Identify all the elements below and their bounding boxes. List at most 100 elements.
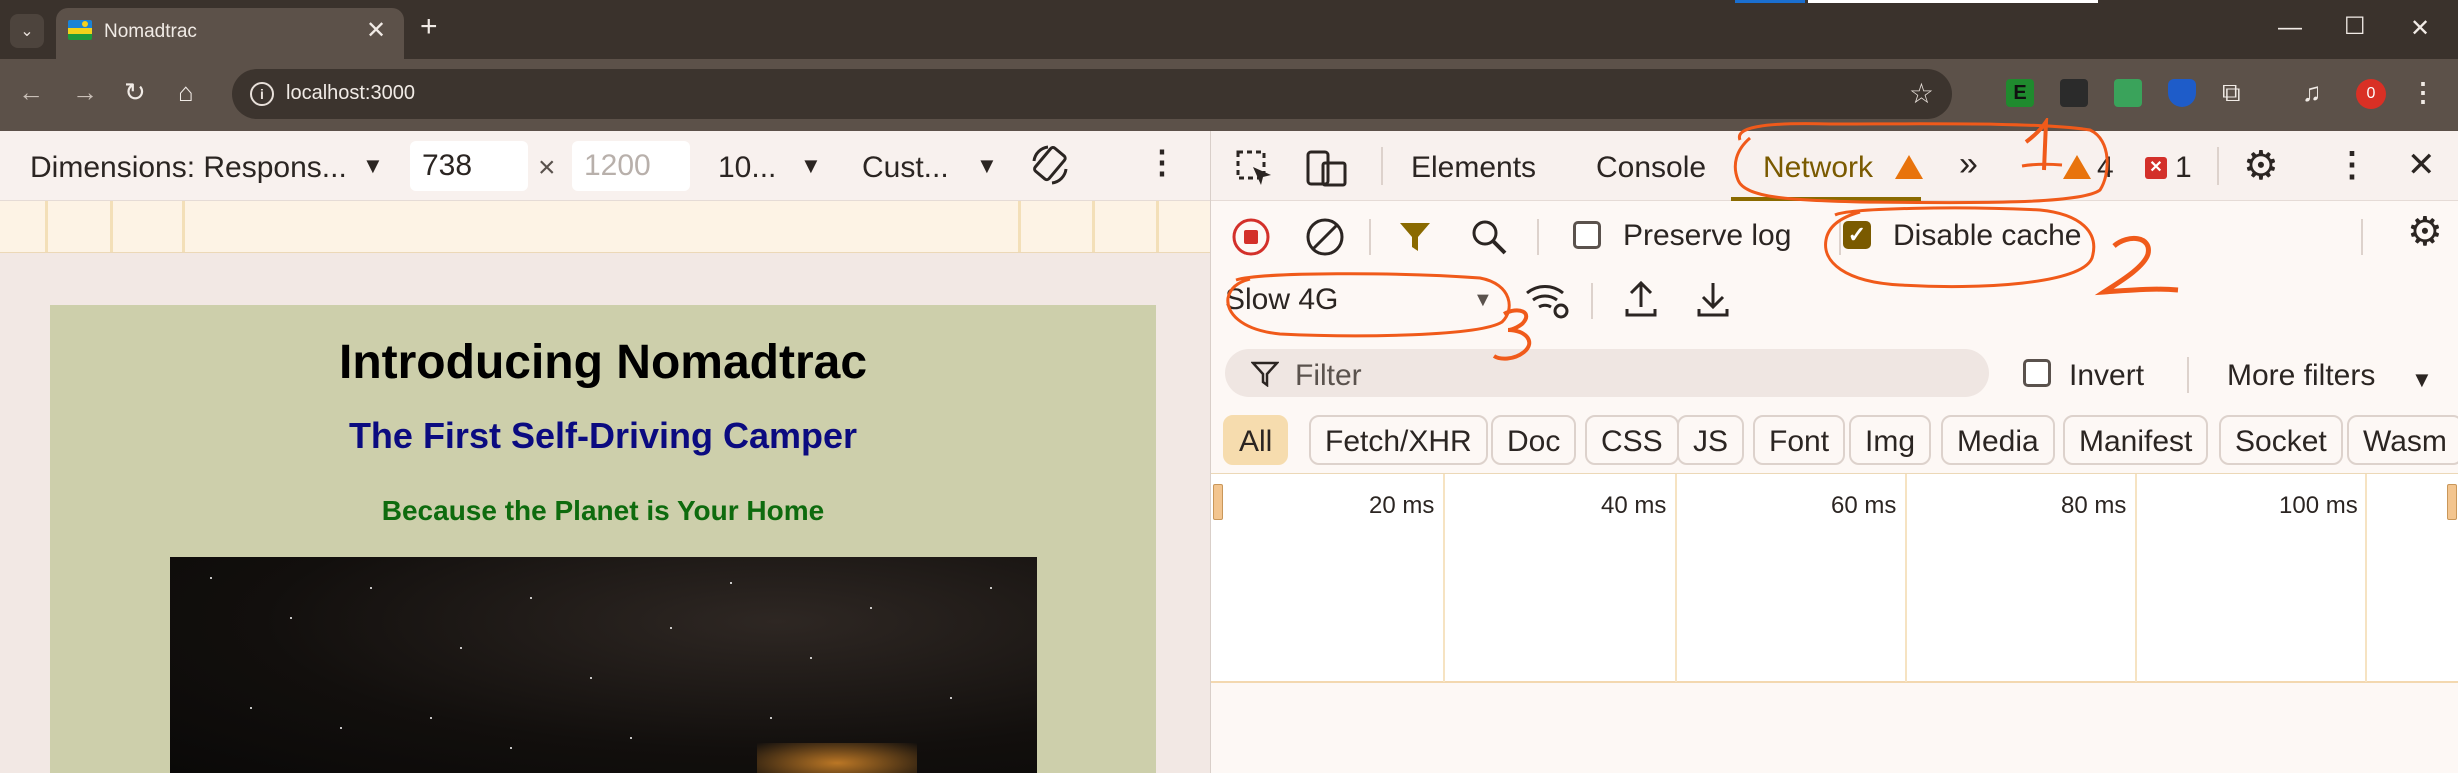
network-settings-gear-icon[interactable]: ⚙	[2407, 209, 2443, 255]
page-title: Introducing Nomadtrac	[338, 336, 868, 389]
close-icon[interactable]: ✕	[2407, 145, 2436, 185]
filter-chip-css[interactable]: CSS	[1585, 415, 1679, 465]
chevron-down-icon[interactable]: ▼	[800, 153, 822, 179]
ruler-tick[interactable]	[1092, 201, 1095, 252]
profile-avatar[interactable]: 0	[2356, 79, 2386, 109]
ruler-tick[interactable]	[182, 201, 185, 252]
record-stop-icon[interactable]	[1231, 217, 1271, 257]
spy-extension-icon[interactable]	[2060, 79, 2088, 107]
chevron-down-icon[interactable]: ▼	[2411, 367, 2433, 393]
more-options-icon[interactable]: ⋮	[1146, 143, 1178, 181]
site-info-icon[interactable]: i	[250, 82, 274, 106]
disable-cache-label[interactable]: Disable cache	[1893, 219, 2081, 253]
search-icon[interactable]	[1469, 217, 1509, 257]
warning-count[interactable]: 4	[2097, 151, 2114, 185]
filter-chip-fetch-xhr[interactable]: Fetch/XHR	[1309, 415, 1488, 465]
network-toolbar-row-1: Preserve log ✓ Disable cache ⚙	[1211, 201, 2458, 265]
invert-label[interactable]: Invert	[2069, 359, 2144, 393]
sheets-extension-icon[interactable]	[2114, 79, 2142, 107]
url-text: localhost:3000	[286, 82, 415, 104]
export-har-download-icon[interactable]	[1695, 279, 1731, 319]
throttling-select[interactable]: Slow 4G ▼	[1223, 273, 1513, 325]
shield-extension-icon[interactable]	[2168, 79, 2196, 107]
network-timeline-overview[interactable]: 20 ms 40 ms 60 ms 80 ms 100 ms	[1211, 473, 2458, 683]
separator	[1369, 219, 1371, 255]
tab-console[interactable]: Console	[1596, 151, 1706, 185]
address-bar[interactable]: i localhost:3000 ☆	[232, 69, 1952, 119]
home-button[interactable]: ⌂	[178, 77, 194, 108]
separator	[1381, 147, 1383, 185]
filter-chip-wasm[interactable]: Wasm	[2347, 415, 2458, 465]
timeline-label: 100 ms	[2279, 492, 2358, 519]
more-filters-dropdown[interactable]: More filters	[2227, 359, 2375, 393]
tab-network[interactable]: Network	[1763, 151, 1873, 185]
timeline-divider	[1905, 474, 1907, 682]
filter-icon	[1251, 361, 1279, 387]
ruler-tick[interactable]	[1156, 201, 1159, 252]
timeline-divider	[1675, 474, 1677, 682]
filter-chip-media[interactable]: Media	[1941, 415, 2055, 465]
dimensions-dropdown[interactable]: Dimensions: Respons...	[30, 151, 347, 185]
filter-chip-js[interactable]: JS	[1677, 415, 1745, 465]
warning-icon	[1895, 155, 1923, 179]
more-tabs-icon[interactable]: »	[1959, 145, 1978, 184]
filter-chip-doc[interactable]: Doc	[1491, 415, 1577, 465]
reload-button[interactable]: ↻	[124, 77, 146, 108]
tab-search-button[interactable]: ⌄	[10, 14, 44, 48]
bookmark-star-icon[interactable]: ☆	[1909, 77, 1934, 110]
error-icon[interactable]: ✕	[2145, 157, 2167, 179]
new-tab-button[interactable]: +	[420, 10, 438, 44]
filter-chip-all[interactable]: All	[1223, 415, 1289, 465]
invert-checkbox[interactable]	[2023, 359, 2051, 387]
ruler-tick[interactable]	[45, 201, 48, 252]
throttling-value: Slow 4G	[1225, 283, 1339, 316]
device-toggle-icon[interactable]	[1305, 149, 1349, 189]
timeline-divider	[2135, 474, 2137, 682]
network-conditions-wifi-icon[interactable]	[1523, 279, 1571, 319]
width-input[interactable]: 738	[410, 141, 528, 191]
chevron-down-icon[interactable]: ▼	[362, 153, 384, 179]
minimize-button[interactable]: —	[2278, 14, 2302, 42]
page-content: Introducing Nomadtrac The First Self-Dri…	[50, 305, 1156, 773]
rotate-icon[interactable]	[1028, 143, 1072, 187]
preserve-log-checkbox[interactable]	[1573, 221, 1601, 249]
disable-cache-checkbox[interactable]: ✓	[1843, 221, 1871, 249]
media-control-icon[interactable]: ♫	[2302, 77, 2322, 108]
clear-icon[interactable]	[1305, 217, 1345, 257]
ruler-tick[interactable]	[1018, 201, 1021, 252]
filter-chip-img[interactable]: Img	[1849, 415, 1932, 465]
height-input[interactable]: 1200	[572, 141, 690, 191]
ruler-tick[interactable]	[110, 201, 113, 252]
inspect-element-icon[interactable]	[1235, 149, 1275, 189]
maximize-button[interactable]: ☐	[2344, 12, 2366, 41]
forward-button[interactable]: →	[72, 77, 98, 108]
warning-icon[interactable]	[2063, 155, 2091, 179]
import-har-upload-icon[interactable]	[1623, 279, 1659, 319]
filter-chip-manifest[interactable]: Manifest	[2063, 415, 2209, 465]
filter-funnel-icon[interactable]	[1397, 219, 1433, 255]
filter-input[interactable]: Filter	[1225, 349, 1989, 397]
throttle-dropdown[interactable]: Cust...	[862, 151, 949, 185]
back-button[interactable]: ←	[18, 77, 44, 108]
separator	[1591, 283, 1593, 319]
filter-chip-socket[interactable]: Socket	[2219, 415, 2343, 465]
zoom-dropdown[interactable]: 10...	[718, 151, 776, 185]
devtools-menu-icon[interactable]: ⋮	[2335, 145, 2369, 185]
timeline-left-handle[interactable]	[1213, 484, 1223, 520]
puzzle-extensions-icon[interactable]: ⧉	[2222, 77, 2241, 109]
window-close-button[interactable]: ✕	[2410, 14, 2430, 43]
error-count[interactable]: 1	[2175, 151, 2192, 185]
browser-menu-icon[interactable]: ⋮	[2410, 77, 2436, 108]
filter-chip-font[interactable]: Font	[1753, 415, 1846, 465]
tab-elements[interactable]: Elements	[1411, 151, 1536, 185]
evernote-extension-icon[interactable]: E	[2006, 79, 2034, 107]
settings-gear-icon[interactable]: ⚙	[2243, 143, 2279, 189]
close-icon[interactable]: ✕	[366, 16, 386, 45]
browser-tab[interactable]: Nomadtrac ✕	[56, 8, 404, 59]
timeline-right-handle[interactable]	[2447, 484, 2457, 520]
timeline-label: 40 ms	[1601, 492, 1667, 519]
page-tagline: Because the Planet is Your Home	[381, 495, 825, 526]
preserve-log-label[interactable]: Preserve log	[1623, 219, 1791, 253]
tab-title: Nomadtrac	[104, 21, 197, 42]
chevron-down-icon[interactable]: ▼	[976, 153, 998, 179]
